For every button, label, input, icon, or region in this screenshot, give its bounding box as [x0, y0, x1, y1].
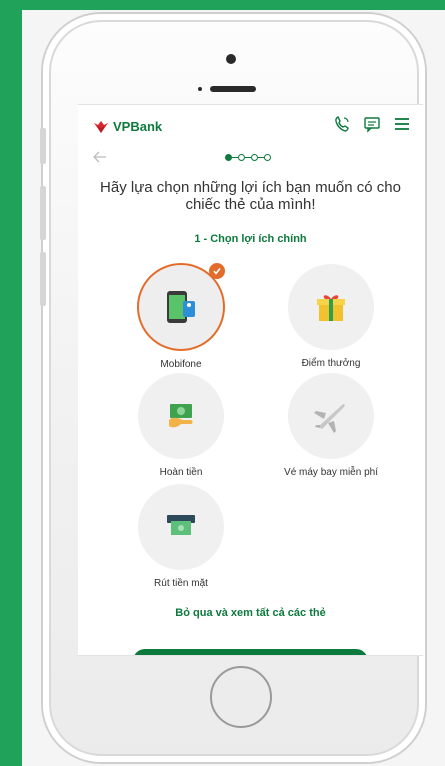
- benefit-option-label: Vé máy bay miễn phí: [284, 467, 378, 478]
- phone-volume-down: [40, 252, 46, 306]
- phone-icon[interactable]: [333, 115, 351, 133]
- step-dot: [238, 154, 245, 161]
- app-screen: VPBank Hãy lựa chọn những lợi ích bạn mu…: [78, 104, 423, 656]
- brand-name: VPBank: [113, 119, 163, 134]
- benefit-option-label: Điểm thưởng: [301, 358, 361, 369]
- header-actions: [333, 115, 411, 133]
- phone-sensor: [198, 87, 202, 91]
- benefit-option-circle: [137, 263, 225, 351]
- step-dot-active: [225, 154, 232, 161]
- benefit-option-mobifone[interactable]: Mobifone: [111, 263, 251, 370]
- skip-view-all-cards-link[interactable]: Bỏ qua và xem tất cả các thẻ: [78, 607, 423, 619]
- benefit-option-cashback[interactable]: Hoàn tiền: [111, 373, 251, 478]
- selected-check-icon: [209, 263, 225, 279]
- step-label: 1 - Chọn lợi ích chính: [194, 233, 307, 245]
- continue-button[interactable]: [133, 649, 368, 655]
- app-header: VPBank: [78, 105, 423, 145]
- phone-card-icon: [167, 291, 195, 323]
- phone-camera: [226, 54, 236, 64]
- benefit-option-label: Mobifone: [160, 359, 202, 370]
- phone-volume-up: [40, 186, 46, 240]
- step-dot: [251, 154, 258, 161]
- step-progress-indicator: [225, 154, 271, 161]
- vpbank-logo-icon: [94, 120, 108, 133]
- cash-hand-icon: [169, 404, 193, 428]
- back-arrow-icon[interactable]: [92, 149, 108, 165]
- page-heading: Hãy lựa chọn những lợi ích bạn muốn có c…: [100, 179, 401, 213]
- benefit-option-free-flight[interactable]: Vé máy bay miễn phí: [261, 373, 401, 478]
- benefit-option-reward-points[interactable]: Điểm thưởng: [261, 264, 401, 369]
- step-dot: [264, 154, 271, 161]
- gift-icon: [317, 295, 345, 321]
- vpbank-logo[interactable]: VPBank: [92, 119, 162, 134]
- chat-icon[interactable]: [363, 115, 381, 133]
- atm-cash-icon: [167, 515, 195, 535]
- benefit-option-circle: [138, 373, 224, 459]
- benefit-option-label: Hoàn tiền: [159, 467, 203, 478]
- benefit-option-cash-withdrawal[interactable]: Rút tiền mặt: [111, 484, 251, 589]
- airplane-icon: [314, 404, 345, 433]
- benefit-option-label: Rút tiền mặt: [154, 578, 208, 589]
- phone-speaker: [210, 86, 256, 92]
- phone-side-button: [40, 128, 46, 164]
- benefit-option-circle: [288, 264, 374, 350]
- phone-home-button[interactable]: [210, 666, 272, 728]
- benefit-option-circle: [138, 484, 224, 570]
- menu-icon[interactable]: [393, 115, 411, 133]
- benefit-option-circle: [288, 373, 374, 459]
